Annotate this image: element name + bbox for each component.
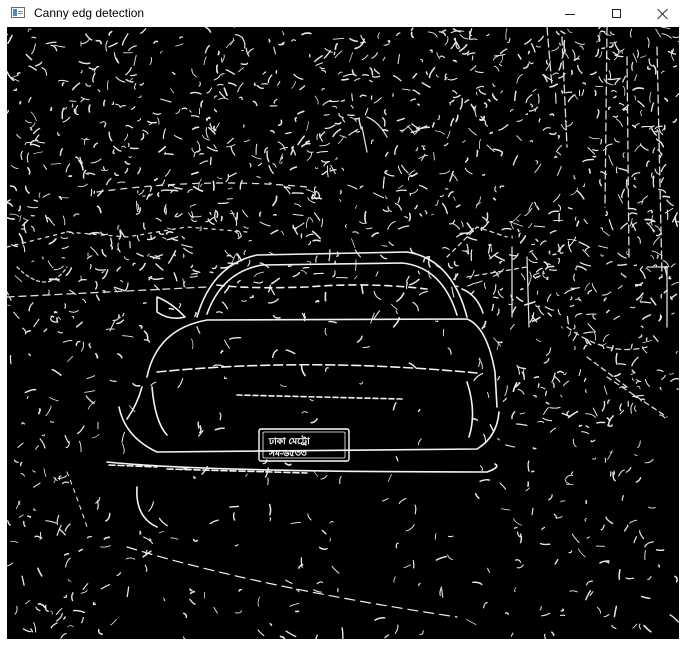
edge-fragment (236, 212, 239, 221)
edge-fragment (650, 209, 653, 214)
edge-fragment (315, 299, 320, 303)
edge-fragment (527, 50, 531, 55)
edge-fragment (645, 337, 648, 342)
edge-fragment (141, 195, 146, 197)
edge-fragment (493, 296, 499, 299)
edge-fragment (90, 188, 93, 197)
edge-fragment (652, 229, 655, 233)
edge-fragment (209, 156, 212, 166)
edge-fragment (489, 131, 493, 135)
edge-fragment (391, 92, 394, 97)
edge-fragment (197, 421, 200, 429)
edge-fragment (364, 211, 367, 224)
edge-fragment (537, 383, 540, 388)
edge-fragment (329, 100, 340, 103)
edge-fragment (312, 239, 321, 242)
edge-fragment (89, 264, 92, 270)
edge-fragment (142, 302, 147, 304)
edge-fragment (268, 38, 271, 43)
edge-fragment (121, 41, 124, 46)
edge-fragment (150, 234, 153, 239)
edge-fragment (476, 149, 479, 157)
edge-fragment (673, 65, 678, 68)
edge-fragment (578, 424, 583, 427)
edge-fragment (217, 50, 220, 56)
app-window: Canny edg detection ঢাকা মেট্রো সম-৬৫৩৩ (0, 0, 686, 645)
edge-fragment (532, 447, 537, 450)
edge-fragment (226, 198, 233, 200)
edge-fragment (547, 263, 551, 266)
edge-fragment (570, 69, 573, 75)
plate-line-bottom: সম-৬৫৩৩ (268, 449, 307, 459)
edge-fragment (302, 266, 310, 269)
maximize-icon (611, 9, 621, 18)
edge-fragment (212, 180, 215, 191)
edge-fragment (229, 505, 240, 508)
close-icon (657, 8, 669, 20)
edge-fragment (552, 253, 557, 256)
edge-fragment (617, 363, 627, 366)
edge-fragment (221, 57, 223, 63)
edge-fragment (517, 228, 520, 233)
edge-fragment (362, 74, 369, 77)
maximize-button[interactable] (593, 0, 639, 27)
edge-fragment (181, 107, 188, 110)
edge-image-canvas: ঢাকা মেট্রো সম-৬৫৩৩ (7, 27, 679, 639)
edge-fragment (64, 303, 67, 309)
edge-fragment (633, 264, 638, 267)
edge-fragment (618, 569, 621, 580)
edge-fragment (461, 250, 469, 252)
window-title: Canny edg detection (34, 6, 145, 20)
edge-fragment (486, 212, 489, 221)
edge-fragment (209, 271, 214, 274)
close-button[interactable] (640, 0, 686, 27)
plate-line-top: ঢাকা মেট্রো (268, 436, 310, 447)
edge-fragment (313, 272, 324, 275)
edge-fragment (139, 530, 142, 535)
edge-fragment (399, 129, 404, 132)
edge-fragment (69, 100, 77, 102)
edge-fragment (19, 101, 22, 105)
edge-fragment (88, 104, 91, 113)
edge-fragment (53, 311, 58, 314)
minimize-button[interactable] (547, 0, 593, 27)
minimize-icon (565, 14, 575, 15)
edge-fragment (138, 207, 142, 213)
edge-fragment (341, 78, 349, 81)
edge-fragment (160, 189, 170, 192)
edge-fragment (182, 253, 185, 258)
edge-fragment (226, 254, 232, 257)
edge-fragment (215, 64, 219, 74)
edge-fragment (520, 288, 524, 291)
edge-fragment (220, 215, 223, 222)
title-bar[interactable]: Canny edg detection (0, 0, 686, 27)
edge-fragment (459, 232, 469, 234)
edge-fragment (455, 285, 459, 288)
app-window-icon (11, 7, 25, 18)
edge-fragment (625, 178, 628, 189)
edge-fragment (157, 192, 160, 197)
edge-fragment (341, 627, 344, 639)
edge-fragment (497, 341, 503, 344)
edge-fragment (339, 189, 342, 195)
edge-image: ঢাকা মেট্রো সম-৬৫৩৩ (7, 27, 679, 639)
window-border (679, 27, 686, 645)
edge-fragment (480, 226, 483, 231)
edge-fragment (56, 317, 59, 323)
